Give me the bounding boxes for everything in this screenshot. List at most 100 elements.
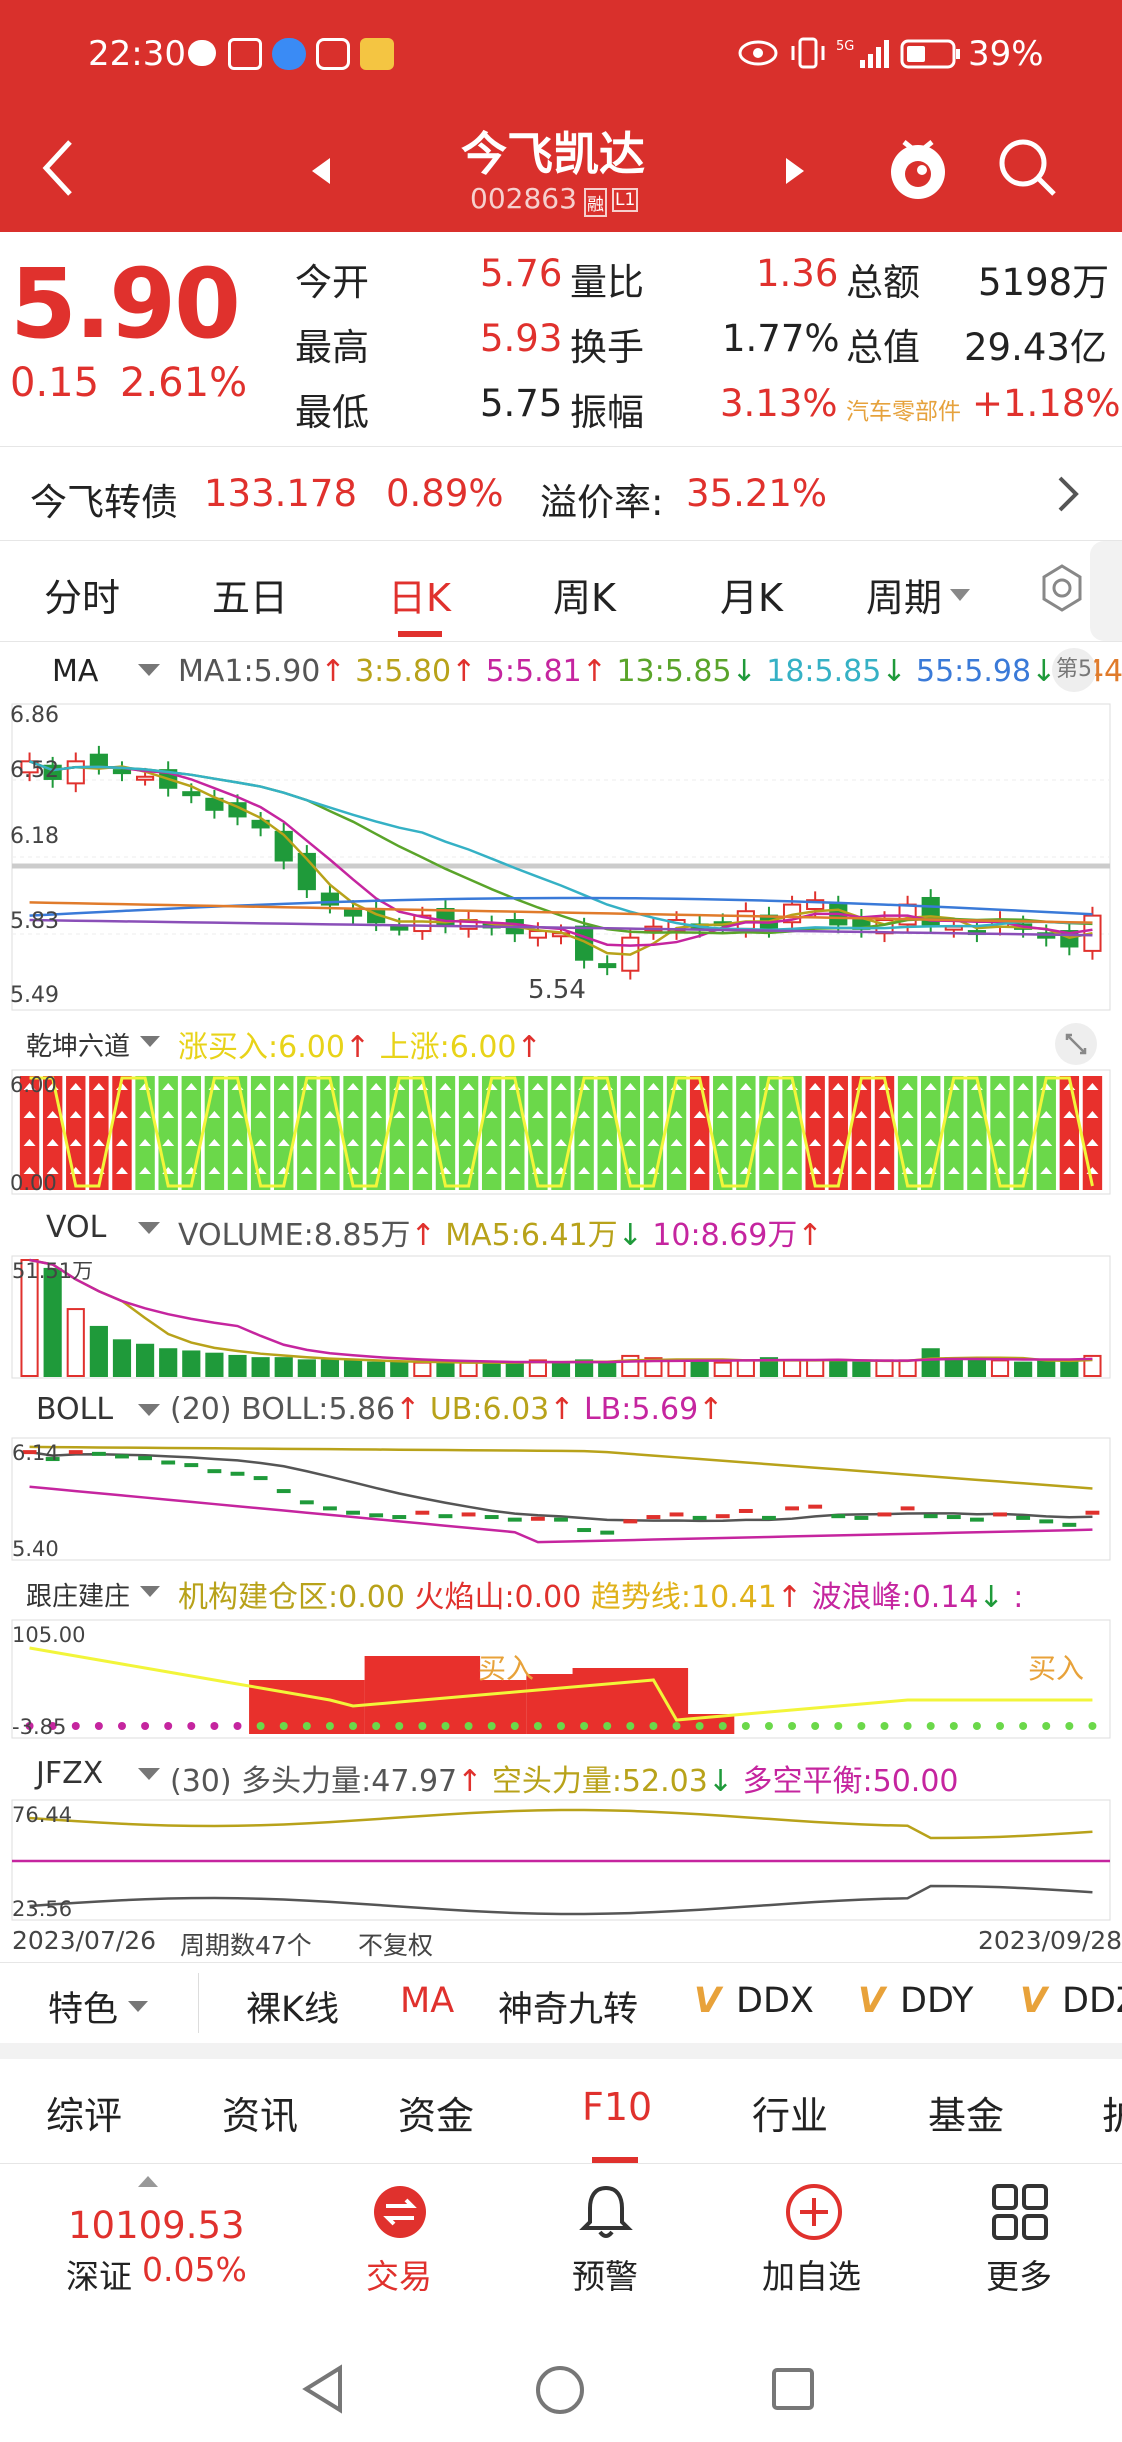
add-watch-label[interactable]: 加自选 [762, 2250, 861, 2298]
back-icon[interactable] [38, 136, 78, 200]
tab-monthly-k[interactable]: 月K [720, 567, 783, 622]
signal-icon: 5G [836, 39, 889, 68]
tab-weekly-k[interactable]: 周K [553, 567, 616, 622]
trade-label[interactable]: 交易 [366, 2250, 432, 2298]
kline-chart[interactable]: 6.86 6.52 6.18 5.83 5.49 5.54 [0, 700, 1122, 1015]
indicator-ddz[interactable]: DDZ [1062, 1981, 1122, 2021]
system-back-icon[interactable] [300, 2364, 346, 2414]
tab-more[interactable]: 护 [1102, 2085, 1122, 2140]
gz-dropdown-icon[interactable] [140, 1586, 160, 1598]
boll-candle [91, 1451, 106, 1456]
eye-icon [738, 40, 778, 66]
jfzx-long: 多头力量:47.97 [241, 1764, 458, 1799]
status-bar: 22:30 5G 39% [0, 0, 1122, 112]
next-stock-icon[interactable] [784, 156, 806, 186]
jfzx-dropdown-icon[interactable] [138, 1768, 160, 1782]
boll-title[interactable]: BOLL [36, 1392, 113, 1427]
tab-five-day[interactable]: 五日 [212, 567, 288, 622]
boll-candle [276, 1489, 291, 1494]
qk-title[interactable]: 乾坤六道 [26, 1026, 130, 1063]
jfzx-balance: 多空平衡:50.00 [742, 1764, 959, 1799]
boll-dropdown-icon[interactable] [138, 1404, 160, 1418]
prev-stock-icon[interactable] [310, 156, 332, 186]
ma-title[interactable]: MA [52, 654, 98, 689]
system-recent-icon[interactable] [770, 2366, 816, 2412]
tab-period[interactable]: 周期 [866, 567, 942, 622]
gz-dot [949, 1722, 958, 1730]
boll-candle [831, 1514, 846, 1519]
gz-dot [1088, 1722, 1097, 1730]
sector-pct[interactable]: +1.18% [972, 382, 1121, 425]
boll-candle [184, 1463, 199, 1468]
jfzx-chart: 76.44 23.56 [11, 1799, 1111, 1921]
index-value[interactable]: 10109.53 [68, 2204, 245, 2247]
tab-news[interactable]: 资讯 [222, 2085, 298, 2140]
vol-dropdown-icon[interactable] [138, 1222, 160, 1236]
expand-icon[interactable] [1054, 1022, 1098, 1066]
vol-title[interactable]: VOL [46, 1210, 106, 1245]
tab-funds[interactable]: 资金 [398, 2085, 474, 2140]
bell-icon[interactable] [576, 2182, 636, 2242]
more-label[interactable]: 更多 [986, 2250, 1052, 2298]
index-name[interactable]: 深证 [66, 2250, 132, 2298]
indicator-naked-k[interactable]: 裸K线 [246, 1981, 339, 2032]
sector-name[interactable]: 汽车零部件 [846, 392, 961, 426]
boll-candle [669, 1512, 684, 1517]
info-tabs: 综评 资讯 资金 F10 行业 基金 护 [0, 2059, 1122, 2163]
gz-buy-signal-1: 买入 [478, 1652, 534, 1685]
gz-dot [926, 1722, 935, 1730]
tab-fund[interactable]: 基金 [928, 2085, 1004, 2140]
bond-pct: 0.89% [386, 472, 504, 515]
gz-dot [325, 1722, 334, 1730]
indicator-ma[interactable]: MA [400, 1981, 454, 2021]
amplitude-value: 3.13% [720, 382, 838, 425]
volume-bar [1060, 1359, 1079, 1377]
gz-dot [349, 1722, 358, 1730]
qk-bars [19, 1076, 1103, 1190]
feature-dropdown-icon[interactable] [128, 2001, 148, 2013]
ma-dropdown-icon[interactable] [138, 664, 160, 678]
ma55-value: 55:5.98 [916, 654, 1032, 689]
ma-values: MA1:5.90↑ 3:5.80↑ 5:5.81↑ 13:5.85↓ 18:5.… [178, 654, 1122, 689]
tab-daily-k[interactable]: 日K [388, 567, 451, 622]
gz-dot [788, 1722, 797, 1730]
adjust-mode[interactable]: 不复权 [358, 1926, 433, 1962]
tab-f10[interactable]: F10 [582, 2085, 652, 2129]
boll-candle [854, 1515, 869, 1520]
jfzx-title[interactable]: JFZX [36, 1756, 103, 1791]
side-handle[interactable] [1090, 541, 1122, 641]
add-circle-icon[interactable] [784, 2182, 844, 2242]
gz-dot [117, 1722, 126, 1730]
mascot-icon[interactable] [884, 128, 952, 204]
convertible-bond-row[interactable]: 今飞转债 133.178 0.89% 溢价率: 35.21% [0, 448, 1122, 540]
boll-candle [461, 1512, 476, 1517]
tab-industry[interactable]: 行业 [752, 2085, 828, 2140]
search-icon[interactable] [996, 136, 1060, 200]
vol-values: VOLUME:8.85万↑ MA5:6.41万↓ 10:8.69万↑ [178, 1218, 823, 1253]
tab-overview[interactable]: 综评 [46, 2085, 122, 2140]
gz-title[interactable]: 跟庄建庄 [26, 1576, 130, 1613]
jfzx-y-top: 76.44 [12, 1803, 72, 1827]
qk-y-top: 6.00 [10, 1073, 57, 1097]
indicator-ddx[interactable]: DDX [736, 1981, 814, 2021]
system-home-icon[interactable] [534, 2364, 586, 2416]
amplitude-label: 振幅 [570, 391, 644, 434]
boll-candle [1085, 1510, 1100, 1515]
qk-dropdown-icon[interactable] [140, 1036, 160, 1048]
index-pct[interactable]: 0.05% [142, 2250, 247, 2289]
trade-icon[interactable] [372, 2184, 428, 2240]
indicator-ddy[interactable]: DDY [900, 1981, 973, 2021]
boll-chart: 6.14 5.40 [11, 1437, 1111, 1561]
alert-label[interactable]: 预警 [572, 2250, 638, 2298]
volume-bar [205, 1352, 224, 1377]
feature-selector[interactable]: 特色 [48, 1981, 118, 2032]
volume-bar [343, 1359, 363, 1377]
overlay-button[interactable]: 第5 [1052, 648, 1096, 692]
indicator-magic-nine[interactable]: 神奇九转 [498, 1981, 638, 2032]
dropdown-icon [950, 589, 970, 601]
ma1-value: MA1:5.90 [178, 654, 321, 689]
qk-rise: 上涨:6.00 [379, 1030, 517, 1065]
settings-icon[interactable] [1040, 563, 1084, 613]
grid-icon[interactable] [990, 2182, 1050, 2242]
tab-timeshare[interactable]: 分时 [44, 567, 120, 622]
